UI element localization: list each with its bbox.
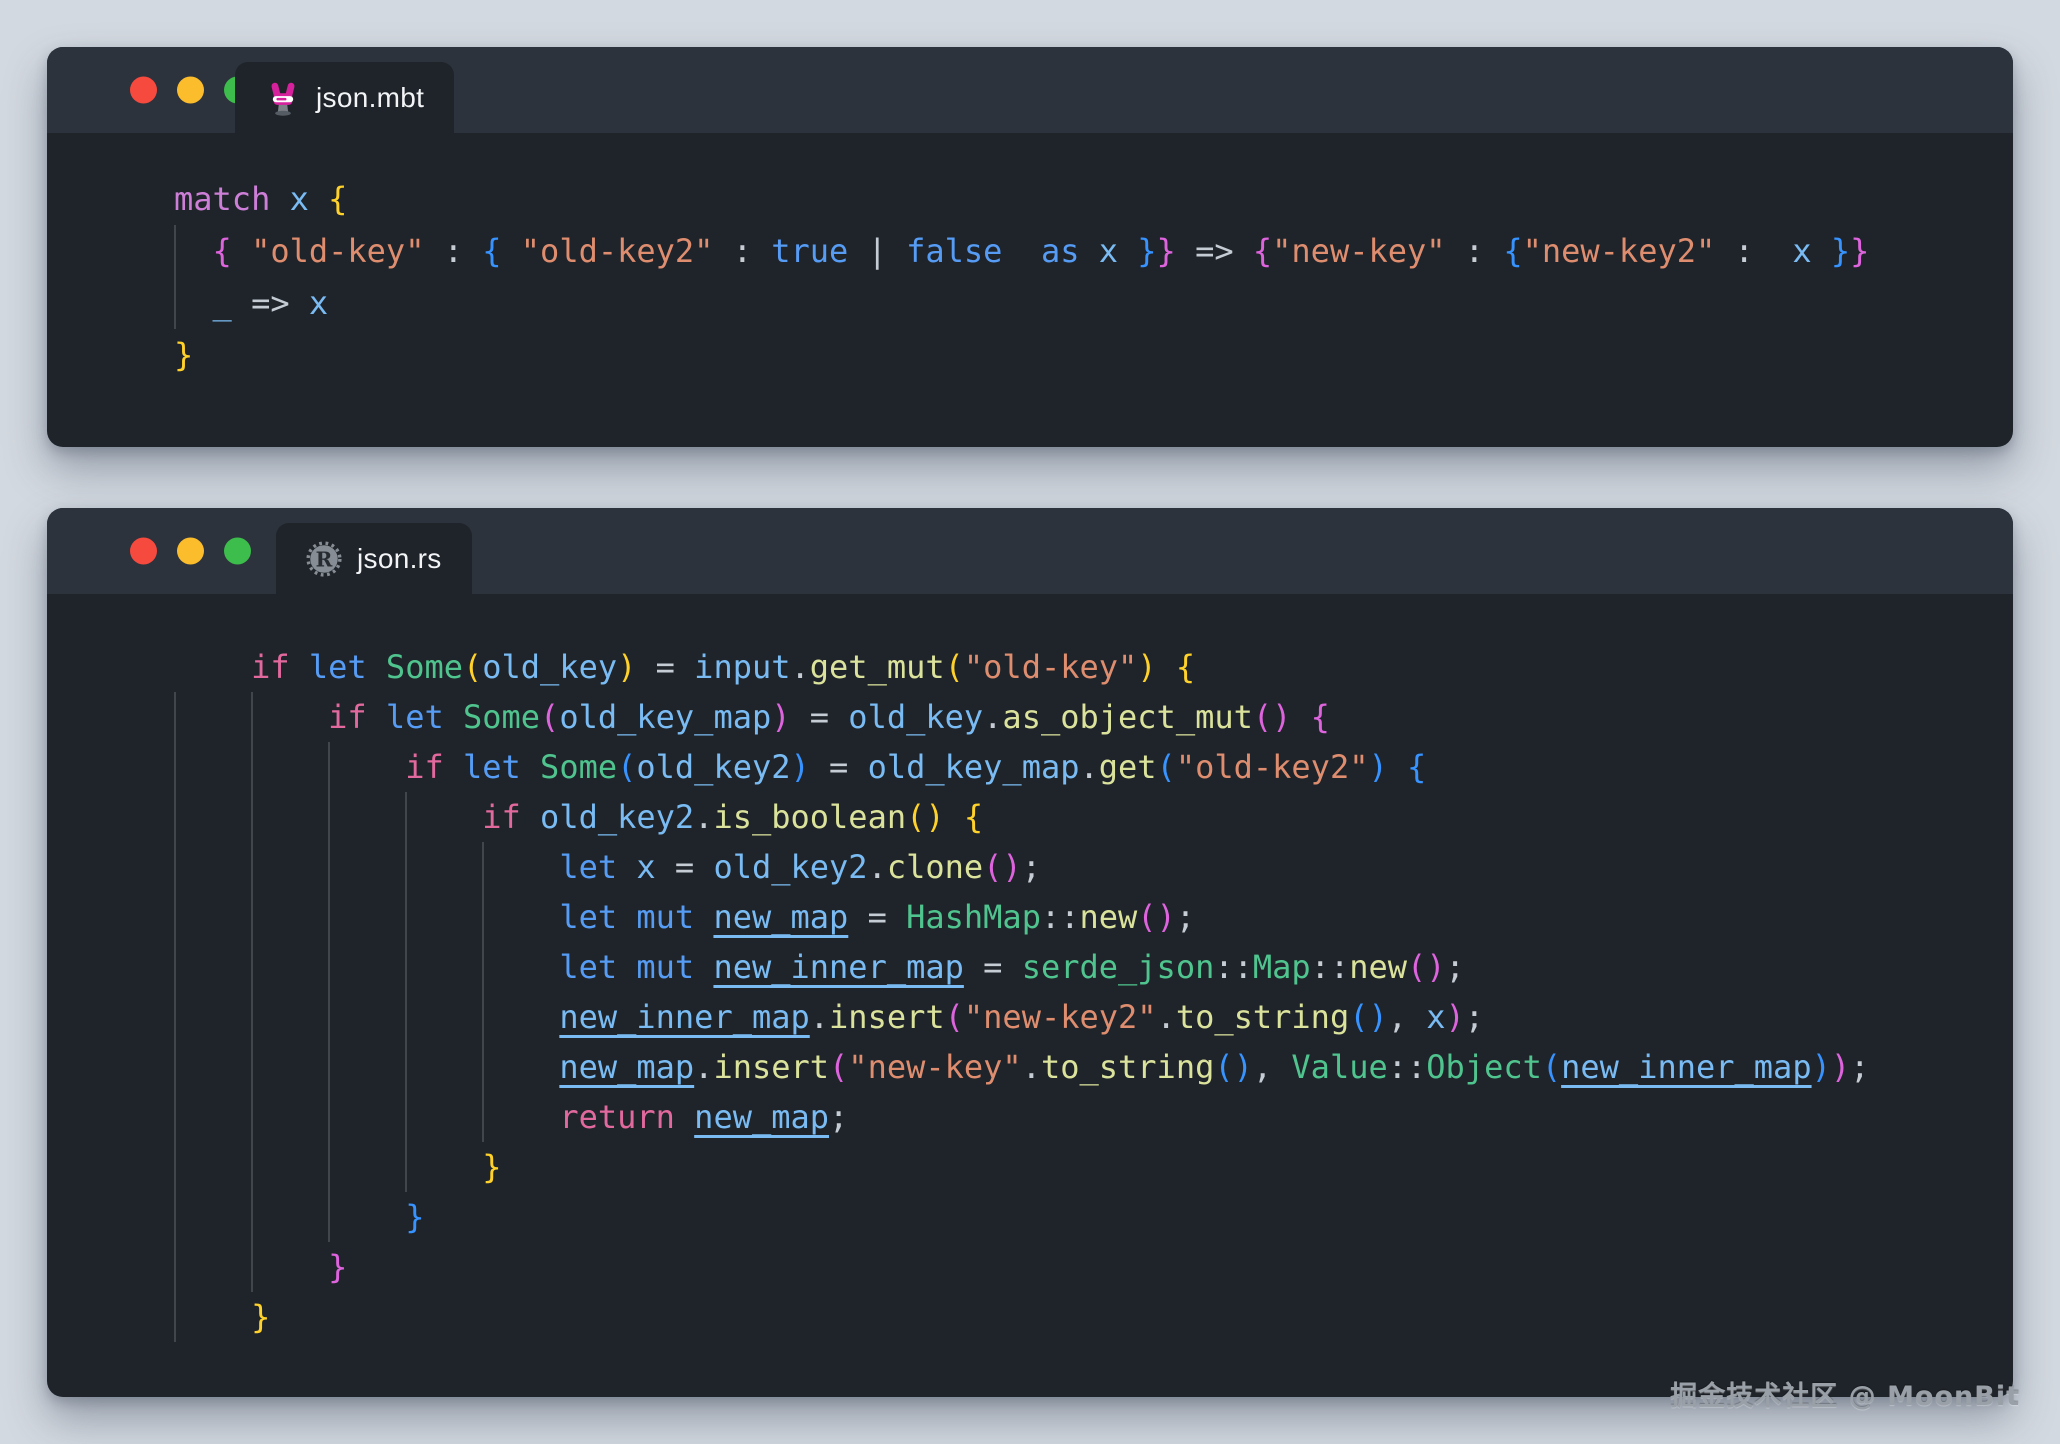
code-window-rust: R json.rs if let Some(old_key) = input.g… <box>47 508 2013 1397</box>
code-window-moonbit: json.mbt match x { { "old-key" : { "old-… <box>47 47 2013 447</box>
tab-label: json.rs <box>357 542 442 574</box>
tab-json-rs[interactable]: R json.rs <box>276 523 472 594</box>
code-line: } <box>328 1248 348 1286</box>
code-line: match x { <box>174 180 348 218</box>
tab-label: json.mbt <box>316 81 425 113</box>
code-line: _ => x <box>212 284 329 322</box>
code-line: if let Some(old_key2) = old_key_map.get(… <box>405 748 1427 786</box>
svg-text:R: R <box>316 547 333 571</box>
code-editor-mbt[interactable]: match x { { "old-key" : { "old-key2" : t… <box>174 173 2013 381</box>
screenshot-root: { "colors": { "match": "#cd7fd8", "kw": … <box>0 0 2060 1444</box>
titlebar[interactable]: json.mbt <box>47 47 2013 133</box>
minimize-button[interactable] <box>177 76 204 104</box>
tab-json-mbt[interactable]: json.mbt <box>235 62 455 133</box>
watermark: 掘金技术社区 @ MoonBit <box>1670 1381 2020 1412</box>
code-line: let mut new_inner_map = serde_json::Map:… <box>559 948 1465 986</box>
moonbit-icon <box>271 82 295 116</box>
indent-guide <box>251 692 254 1292</box>
close-button[interactable] <box>130 537 157 565</box>
code-line: return new_map; <box>559 1098 849 1136</box>
window-controls <box>130 76 251 104</box>
code-line: let mut new_map = HashMap::new(); <box>559 898 1196 936</box>
indent-guide <box>174 225 176 329</box>
indent-guide <box>482 842 485 1142</box>
code-line: if let Some(old_key_map) = old_key.as_ob… <box>328 698 1330 736</box>
indent-guide <box>174 692 176 1342</box>
close-button[interactable] <box>130 76 157 104</box>
indent-guide <box>328 742 331 1242</box>
code-line: } <box>405 1198 425 1236</box>
indent-guide <box>405 792 408 1192</box>
maximize-button[interactable] <box>224 537 251 565</box>
code-line: new_map.insert("new-key".to_string(), Va… <box>559 1048 1870 1086</box>
code-line: if let Some(old_key) = input.get_mut("ol… <box>251 648 1196 686</box>
code-line: { "old-key" : { "old-key2" : true | fals… <box>212 232 1870 270</box>
code-line: } <box>482 1148 502 1186</box>
titlebar[interactable]: R json.rs <box>47 508 2013 594</box>
code-line: if old_key2.is_boolean() { <box>482 798 984 836</box>
window-controls <box>130 537 251 565</box>
rust-icon: R <box>306 540 342 577</box>
code-line: let x = old_key2.clone(); <box>559 848 1041 886</box>
code-line: new_inner_map.insert("new-key2".to_strin… <box>559 998 1485 1036</box>
code-line: } <box>251 1298 271 1336</box>
code-line: } <box>174 336 194 374</box>
code-editor-rs[interactable]: if let Some(old_key) = input.get_mut("ol… <box>174 642 2013 1342</box>
minimize-button[interactable] <box>177 537 204 565</box>
